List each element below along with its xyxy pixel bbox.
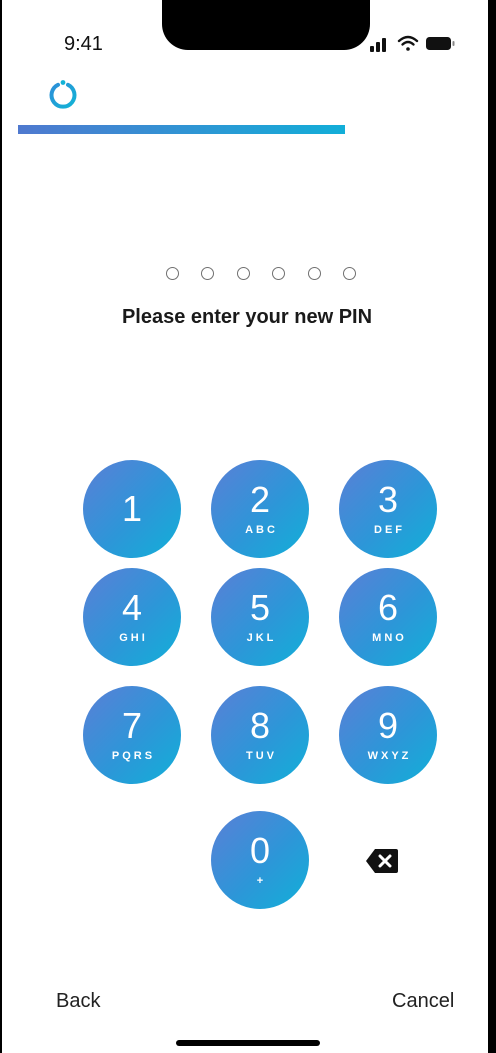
key-digit: 9 (377, 705, 399, 746)
key-letters: JKL (246, 632, 277, 644)
key-digit: 6 (377, 587, 399, 628)
back-button[interactable]: Back (56, 990, 100, 1013)
key-letters: PQRS (111, 750, 156, 762)
key-digit: 5 (249, 587, 271, 628)
key-letters: GHI (119, 632, 148, 644)
key-0[interactable]: 0 + (211, 811, 309, 909)
key-digit: 1 (121, 488, 143, 529)
key-digit: 0 (249, 830, 271, 871)
key-letters: WXYZ (367, 750, 412, 762)
key-letters: + (256, 875, 267, 887)
key-1[interactable]: 1 (83, 460, 181, 558)
backspace-icon[interactable] (365, 846, 399, 876)
key-digit: 4 (121, 587, 143, 628)
key-letters: MNO (372, 632, 407, 644)
key-9[interactable]: 9 WXYZ (339, 686, 437, 784)
phone-screen: 9:41 Please enter your new PIN 1 2 ABC 3… (0, 0, 490, 1053)
key-letters: ABC (245, 524, 278, 536)
key-letters: TUV (246, 750, 277, 762)
pin-keypad: 1 2 ABC 3 DEF 4 GHI 5 JKL 6 MNO 7 PQRS 8 TUV 9 WXYZ 0 + (2, 0, 492, 909)
key-2[interactable]: 2 ABC (211, 460, 309, 558)
key-7[interactable]: 7 PQRS (83, 686, 181, 784)
cancel-button[interactable]: Cancel (392, 990, 454, 1013)
key-digit: 2 (249, 479, 271, 520)
key-digit: 8 (249, 705, 271, 746)
key-6[interactable]: 6 MNO (339, 568, 437, 666)
key-5[interactable]: 5 JKL (211, 568, 309, 666)
key-letters: DEF (374, 524, 405, 536)
key-4[interactable]: 4 GHI (83, 568, 181, 666)
key-digit: 7 (121, 705, 143, 746)
key-digit: 3 (377, 479, 399, 520)
key-3[interactable]: 3 DEF (339, 460, 437, 558)
key-8[interactable]: 8 TUV (211, 686, 309, 784)
home-indicator[interactable] (176, 1040, 320, 1046)
